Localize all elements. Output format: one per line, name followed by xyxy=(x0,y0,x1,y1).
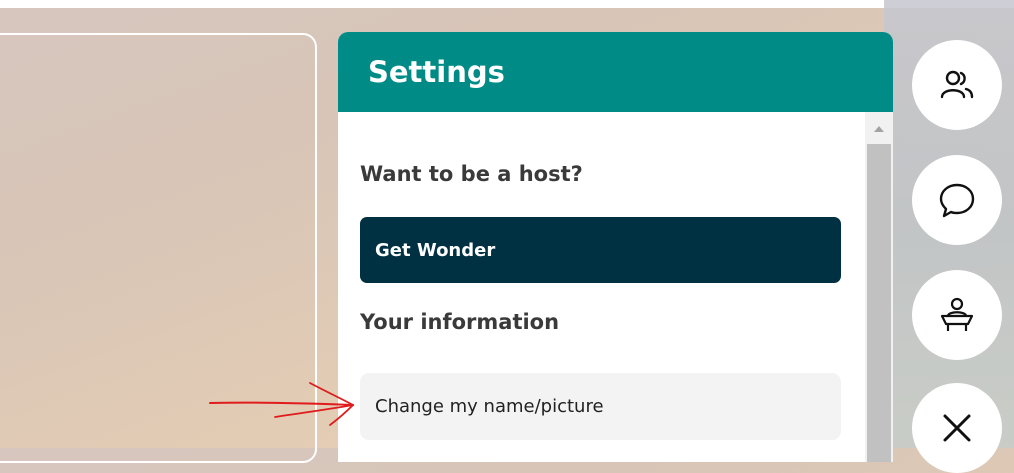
desk-user-icon xyxy=(940,297,974,331)
host-section-heading: Want to be a host? xyxy=(360,162,583,186)
close-icon xyxy=(943,414,971,442)
top-strip xyxy=(0,0,1014,8)
desk-user-button[interactable] xyxy=(912,270,1002,360)
people-button[interactable] xyxy=(912,40,1002,130)
chat-button[interactable] xyxy=(912,155,1002,245)
settings-title: Settings xyxy=(368,55,505,89)
get-wonder-button[interactable]: Get Wonder xyxy=(360,217,841,283)
close-button[interactable] xyxy=(912,383,1002,473)
settings-header: Settings xyxy=(338,32,893,112)
people-icon xyxy=(940,70,974,99)
chat-icon xyxy=(939,183,975,218)
info-section-heading: Your information xyxy=(360,310,560,334)
scroll-up-arrow-icon[interactable] xyxy=(874,126,884,132)
settings-scrollbar[interactable] xyxy=(865,112,893,462)
red-arrow-annotation xyxy=(209,382,354,426)
settings-panel: Settings Want to be a host? Get Wonder Y… xyxy=(338,32,893,462)
scroll-thumb[interactable] xyxy=(867,144,891,462)
settings-body: Want to be a host? Get Wonder Your infor… xyxy=(338,112,865,462)
change-name-picture-button[interactable]: Change my name/picture xyxy=(360,373,841,440)
